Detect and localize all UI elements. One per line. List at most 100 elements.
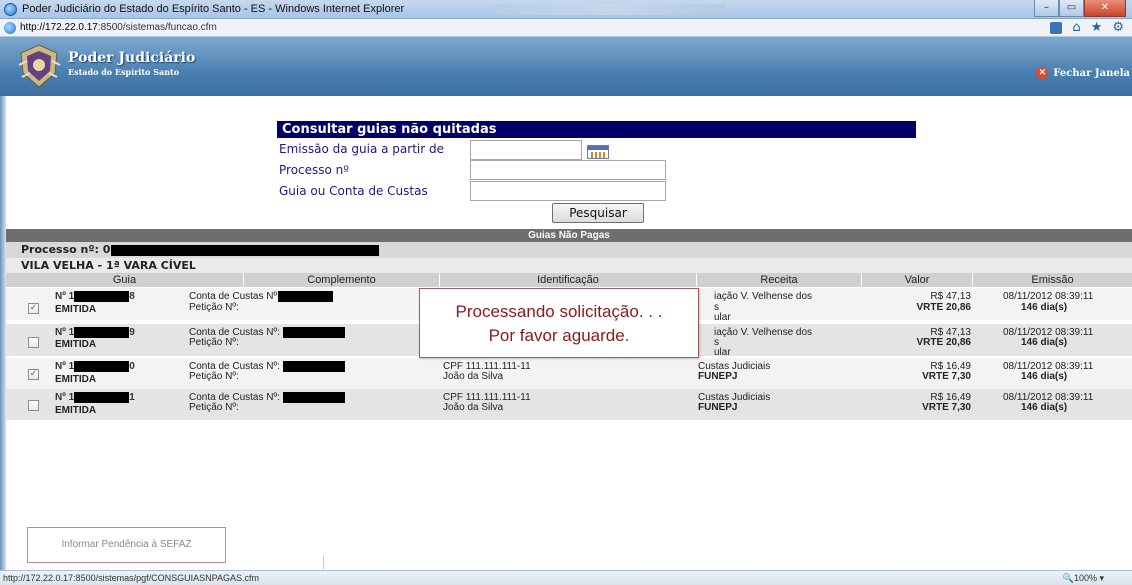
redacted-guia [74, 361, 130, 372]
window-title: Poder Judiciário do Estado do Espírito S… [22, 3, 405, 15]
close-window-link[interactable]: ✕ Fechar Janela [1036, 67, 1130, 79]
emissao-days: 146 dia(s) [1021, 302, 1068, 313]
processo-label: Processo nº [279, 163, 349, 177]
row-checkbox[interactable]: ✓ [28, 369, 39, 380]
conta-label: Conta de Custas Nº [189, 291, 278, 303]
guia-label: Guia ou Conta de Custas [279, 184, 428, 198]
processo-prefix: Processo nº: 0 [21, 243, 111, 256]
coat-of-arms-icon [18, 44, 61, 88]
url-host: http://172.22.0.17 [20, 22, 98, 33]
guia-prefix: Nº 1 [55, 392, 75, 404]
vara-row: VILA VELHA - 1ª VARA CÍVEL [6, 258, 1132, 273]
guia-prefix: Nº 1 [55, 361, 75, 373]
identificacao-nome: João da Silva [443, 371, 504, 382]
emissao-days: 146 dia(s) [1021, 337, 1068, 348]
processing-message: Processando solicitação. . . [455, 302, 663, 321]
emissao-label: Emissão da guia a partir de [279, 142, 444, 156]
valor-reais: R$ 47,13 [930, 291, 971, 302]
address-bar: http://172.22.0.17:8500/sistemas/funcao.… [0, 19, 1132, 37]
guia-status: EMITIDA [55, 374, 97, 385]
valor-vrte: VRTE 7,30 [922, 371, 971, 382]
zoom-icon: 🔍 [1062, 573, 1074, 583]
guia-suffix: 1 [129, 392, 135, 404]
status-bar: http://172.22.0.17:8500/sistemas/pgf/CON… [0, 570, 1132, 585]
valor-vrte: VRTE 20,86 [916, 337, 971, 348]
row-checkbox[interactable]: ✓ [28, 303, 39, 314]
window-title-bar: Poder Judiciário do Estado do Espírito S… [0, 0, 1132, 19]
close-circle-icon: ✕ [1036, 67, 1049, 79]
internet-explorer-icon [4, 3, 17, 16]
page-icon [4, 22, 16, 34]
address-url[interactable]: http://172.22.0.17:8500/sistemas/funcao.… [20, 22, 217, 33]
grid-title: Guias Não Pagas [6, 229, 1132, 242]
guia-status: EMITIDA [55, 405, 97, 416]
window-controls: – ▭ ✕ [1034, 0, 1126, 18]
processo-row: Processo nº: 0 [6, 242, 1132, 258]
guia-status: EMITIDA [55, 339, 97, 350]
column-emissao: Emissão [973, 273, 1132, 287]
search-button[interactable]: Pesquisar [552, 203, 644, 223]
receita-line3: ular [714, 347, 731, 358]
receita-line2: FUNEPJ [698, 371, 738, 382]
favorites-bar-icon[interactable] [1050, 22, 1063, 34]
window-close-button[interactable]: ✕ [1084, 0, 1126, 17]
redacted-conta [282, 327, 345, 338]
status-url: http://172.22.0.17:8500/sistemas/pgf/CON… [3, 573, 259, 583]
complemento-peticao: Petição Nº: [189, 371, 239, 382]
column-valor: Valor [862, 273, 973, 287]
processo-input[interactable] [470, 160, 666, 180]
zoom-value: 100% [1073, 573, 1097, 583]
receita-line1: iação V. Velhense dos [714, 291, 813, 302]
form-title: Consultar guias não quitadas [277, 121, 916, 138]
maximize-button[interactable]: ▭ [1059, 0, 1084, 17]
row-checkbox[interactable] [28, 400, 39, 411]
star-icon[interactable]: ★ [1091, 20, 1103, 35]
url-path: :8500/sistemas/funcao.cfm [97, 22, 217, 33]
informar-sefaz-button[interactable]: Informar Pendência à SEFAZ [27, 527, 226, 563]
complemento-peticao: Petição Nº: [189, 402, 239, 413]
guia-number: Nº 1 0 [55, 361, 135, 372]
guia-input[interactable] [470, 181, 666, 201]
wait-message: Por favor aguarde. [488, 326, 630, 345]
column-receita: Receita [697, 273, 862, 287]
table-row: Nº 11 EMITIDA Conta de Custas Nº: Petiçã… [6, 389, 1132, 420]
row-checkbox[interactable] [28, 337, 39, 348]
receita-line3: ular [714, 312, 731, 323]
guia-suffix: 8 [129, 291, 135, 303]
brand-subtitle: Estado do Espírito Santo [68, 67, 180, 77]
calendar-icon[interactable] [587, 145, 609, 159]
processing-dialog: Processando solicitação. . . Por favor a… [419, 288, 699, 358]
home-icon[interactable]: ⌂ [1072, 20, 1080, 35]
column-complemento: Complemento [244, 273, 440, 287]
complemento-peticao: Petição Nº: [189, 337, 239, 348]
redacted-conta [282, 361, 345, 372]
guia-number: Nº 1 9 [55, 327, 135, 338]
redacted-guia [74, 392, 130, 403]
guia-status: EMITIDA [55, 304, 97, 315]
divider [323, 556, 324, 571]
emissao-date-input[interactable] [470, 140, 582, 160]
column-guia: Guia [6, 273, 244, 287]
complemento-peticao: Petição Nº: [189, 302, 239, 313]
redacted-guia [74, 327, 130, 338]
emissao-days: 146 dia(s) [1021, 402, 1068, 413]
minimize-button[interactable]: – [1034, 0, 1059, 17]
valor-vrte: VRTE 20,86 [916, 302, 971, 313]
redacted-processo [111, 244, 380, 256]
blurred-tab-area [495, 4, 725, 15]
redacted-conta [278, 291, 334, 302]
identificacao-nome: João da Silva [443, 402, 504, 413]
column-identificacao: Identificação [440, 273, 697, 287]
zoom-level[interactable]: 🔍100% ▾ [1063, 573, 1104, 584]
gear-icon[interactable]: ⚙ [1112, 20, 1124, 35]
guia-prefix: Nº 1 [55, 291, 75, 303]
close-window-label: Fechar Janela [1053, 67, 1130, 79]
emissao-date: 08/11/2012 08:39:11 [1003, 291, 1094, 302]
guia-suffix: 0 [129, 361, 135, 373]
receita-line2: FUNEPJ [698, 402, 738, 413]
complemento-conta: Conta de Custas Nº [189, 291, 334, 303]
guia-number: Nº 1 1 [55, 392, 135, 403]
page-header: Poder Judiciário Estado do Espírito Sant… [0, 37, 1132, 96]
brand-title: Poder Judiciário [68, 50, 196, 66]
redacted-conta [282, 392, 345, 403]
